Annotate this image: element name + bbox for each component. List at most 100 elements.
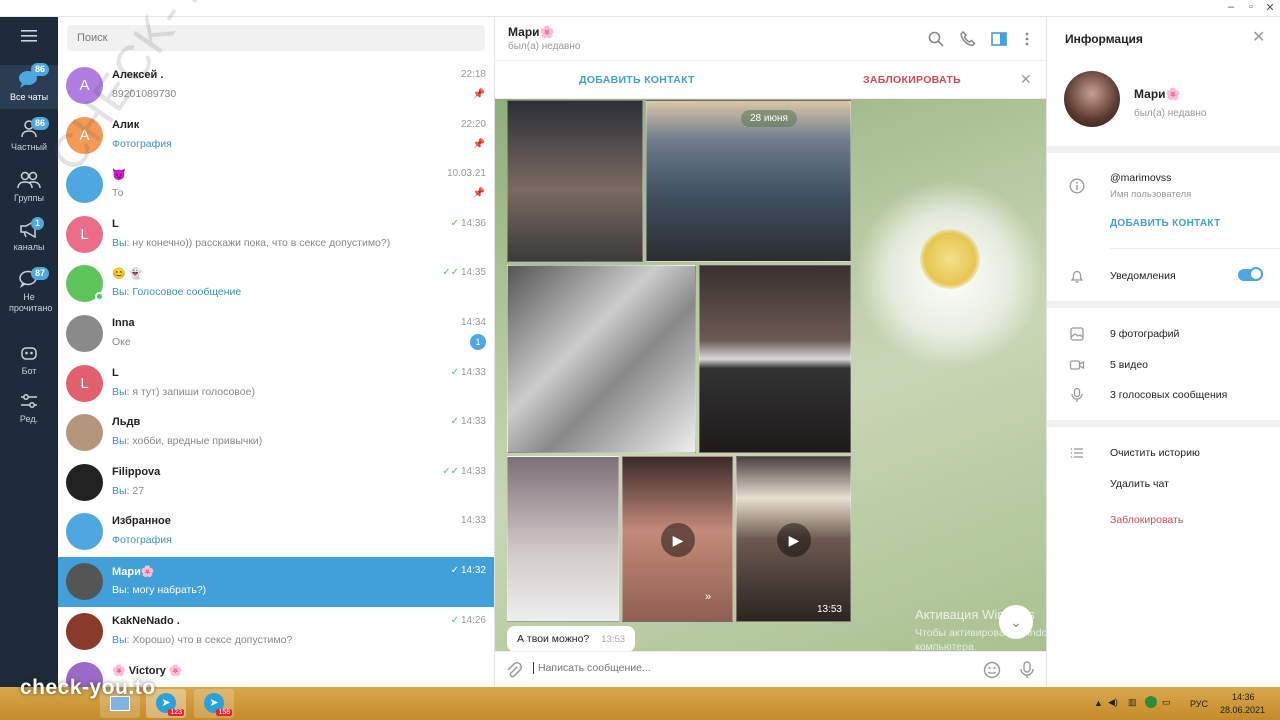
video-duration: 13:53 bbox=[816, 604, 842, 615]
sender-prefix: Вы: bbox=[112, 584, 133, 596]
taskbar-app-telegram-2[interactable]: ➤ 158 bbox=[194, 689, 234, 718]
videos-count[interactable]: 5 видео bbox=[1110, 359, 1148, 371]
username[interactable]: @marimovss bbox=[1110, 172, 1171, 184]
rail-item-groups[interactable]: Группы bbox=[0, 170, 58, 204]
rail-item-all-chats[interactable]: Все чаты 86 bbox=[0, 63, 58, 109]
rail-item-bot[interactable]: Бот bbox=[0, 343, 58, 377]
message-bubble[interactable]: А твои можно? 13:53 bbox=[507, 626, 636, 651]
delete-chat-button[interactable]: Удалить чат bbox=[1110, 478, 1169, 490]
photo-2[interactable]: 28 июня bbox=[646, 100, 851, 262]
voice-count[interactable]: 3 голосовых сообщения bbox=[1110, 389, 1227, 401]
info-title: Информация bbox=[1065, 32, 1143, 46]
video-1[interactable]: ▶ » bbox=[622, 456, 733, 622]
photo-4[interactable] bbox=[699, 265, 851, 453]
clock-date[interactable]: 28.06.2021 bbox=[1220, 705, 1265, 715]
play-icon[interactable]: ▶ bbox=[777, 523, 811, 557]
chat-list-item[interactable]: Мари🌸 Вы: могу набрать?) ✓ 14:32 bbox=[58, 557, 494, 607]
network-icon[interactable]: ▥ bbox=[1128, 697, 1137, 708]
app-tray-icon[interactable] bbox=[1145, 696, 1157, 708]
read-check-icon: ✓ bbox=[450, 614, 459, 626]
pin-icon: 📌 bbox=[472, 138, 485, 150]
tray-arrow-icon[interactable]: ▲ bbox=[1094, 698, 1103, 708]
clock-time[interactable]: 14:36 bbox=[1232, 692, 1255, 702]
phone-icon[interactable] bbox=[959, 30, 977, 48]
close-info-icon[interactable]: ✕ bbox=[1252, 27, 1265, 47]
chat-list-item[interactable]: А Алик Фотография 22:20 📌 bbox=[58, 111, 494, 161]
read-check-icon: ✓✓ bbox=[442, 465, 459, 477]
search-input[interactable] bbox=[67, 25, 485, 51]
message-preview: хобби, вредные привычки) bbox=[132, 435, 263, 448]
taskbar-badge: 123 bbox=[168, 709, 184, 716]
photo-5[interactable] bbox=[507, 456, 619, 622]
info-add-contact-button[interactable]: ДОБАВИТЬ КОНТАКТ bbox=[1110, 218, 1220, 229]
chat-list-item[interactable]: L L Вы: я тут) запиши голосовое) ✓ 14:33 bbox=[58, 359, 494, 409]
sender-prefix: Вы: bbox=[112, 435, 133, 448]
time-text: 22:20 bbox=[460, 118, 486, 130]
maximize-button[interactable]: ▫ bbox=[1242, 1, 1260, 13]
chat-last-message: Вы: Хорошо) что в сексе допустимо? bbox=[112, 634, 472, 646]
notifications-toggle[interactable] bbox=[1238, 267, 1263, 281]
attach-icon[interactable] bbox=[505, 662, 523, 680]
brand-watermark: check-you.to bbox=[20, 676, 156, 699]
read-check-icon: ✓✓ bbox=[442, 267, 459, 279]
chat-list-item[interactable]: Льдв Вы: хобби, вредные привычки) ✓ 14:33 bbox=[58, 408, 494, 458]
time-text: 14:35 bbox=[460, 267, 486, 279]
chat-time: 22:20 bbox=[459, 119, 486, 130]
chat-list-item[interactable]: Filippova Вы: 27 ✓✓ 14:33 bbox=[58, 458, 494, 508]
close-window-button[interactable]: ✕ bbox=[1261, 1, 1279, 14]
chat-last-message: Вы: я тут) запиши голосовое) bbox=[112, 386, 472, 398]
volume-icon[interactable]: ◀) bbox=[1108, 697, 1118, 708]
block-user-button[interactable]: Заблокировать bbox=[1110, 514, 1183, 526]
menu-button[interactable] bbox=[0, 29, 58, 46]
scroll-down-button[interactable]: ⌄ bbox=[999, 605, 1033, 639]
message-preview: Голосовое сообщение bbox=[132, 286, 242, 299]
battery-icon[interactable]: ▭ bbox=[1162, 697, 1171, 708]
profile-avatar[interactable] bbox=[1064, 71, 1120, 127]
chat-time: ✓✓ 14:33 bbox=[442, 466, 486, 477]
rail-label: Все чаты bbox=[9, 92, 49, 102]
group-icon bbox=[17, 171, 41, 189]
chat-name: Мари🌸 bbox=[112, 566, 155, 578]
chat-list-item[interactable]: Inna Оке 14:34 1 bbox=[58, 309, 494, 359]
time-text: 14:33 bbox=[460, 465, 486, 477]
video-2[interactable]: ▶ 13:53 bbox=[736, 456, 851, 622]
photo-3[interactable] bbox=[507, 265, 696, 453]
minimize-button[interactable]: – bbox=[1222, 1, 1240, 13]
rail-item-unread[interactable]: Не прочитано 87 bbox=[0, 267, 58, 314]
time-text: 14:26 bbox=[460, 614, 486, 626]
chat-list-item[interactable]: Избранное Фотография 14:33 bbox=[58, 507, 494, 557]
chat-list-item[interactable]: А Алексей . 89201089730 22:18 📌 bbox=[58, 61, 494, 111]
chat-list-item[interactable]: 😈 То 10.03.21 📌 bbox=[58, 160, 494, 210]
message-preview: 27 bbox=[132, 484, 145, 497]
clear-history-button[interactable]: Очистить историю bbox=[1110, 447, 1200, 459]
chat-list-item[interactable]: KakNeNado . Вы: Хорошо) что в сексе допус… bbox=[58, 607, 494, 657]
chat-background: 28 июня ▶ » ▶ 13:53 А твои можно? 13:53 А… bbox=[495, 99, 1046, 651]
message-input[interactable] bbox=[533, 662, 953, 674]
date-pill: 28 июня bbox=[741, 110, 797, 127]
language-indicator[interactable]: РУС bbox=[1190, 699, 1208, 709]
rail-label: каналы bbox=[13, 242, 45, 252]
emoji-icon[interactable] bbox=[983, 661, 1001, 679]
block-button[interactable]: ЗАБЛОКИРОВАТЬ bbox=[863, 74, 961, 86]
chat-header[interactable]: Мари🌸 был(а) недавно bbox=[495, 17, 1046, 61]
avatar: L bbox=[66, 364, 103, 402]
photo-1[interactable] bbox=[507, 100, 643, 262]
microphone-icon[interactable] bbox=[1019, 661, 1035, 679]
sender-prefix: Вы: bbox=[112, 633, 133, 646]
chat-list-item[interactable]: L L Вы: ну конечно)) расскажи пока, что в … bbox=[58, 210, 494, 260]
add-contact-button[interactable]: ДОБАВИТЬ КОНТАКТ bbox=[579, 74, 695, 86]
photos-count[interactable]: 9 фотографий bbox=[1110, 328, 1179, 340]
message-preview: Оке bbox=[112, 336, 131, 348]
rail-item-edit[interactable]: Ред. bbox=[0, 393, 58, 425]
info-panel: Информация ✕ Мари🌸 был(а) недавно @marim… bbox=[1046, 17, 1280, 687]
sidebar-toggle-icon[interactable] bbox=[990, 30, 1008, 48]
play-icon[interactable]: ▶ bbox=[661, 523, 695, 557]
chat-last-message: Оке bbox=[112, 336, 472, 348]
chat-name: Алик bbox=[112, 118, 140, 131]
rail-item-channels[interactable]: каналы 1 bbox=[0, 217, 58, 253]
chat-list-item[interactable]: 😊 👻 Вы: Голосовое сообщение ✓✓ 14:35 bbox=[58, 259, 494, 309]
more-vertical-icon[interactable] bbox=[1018, 30, 1036, 48]
close-bar-icon[interactable]: ✕ bbox=[1020, 71, 1032, 88]
rail-item-private[interactable]: Частный 86 bbox=[0, 117, 58, 153]
search-icon[interactable] bbox=[927, 30, 945, 48]
